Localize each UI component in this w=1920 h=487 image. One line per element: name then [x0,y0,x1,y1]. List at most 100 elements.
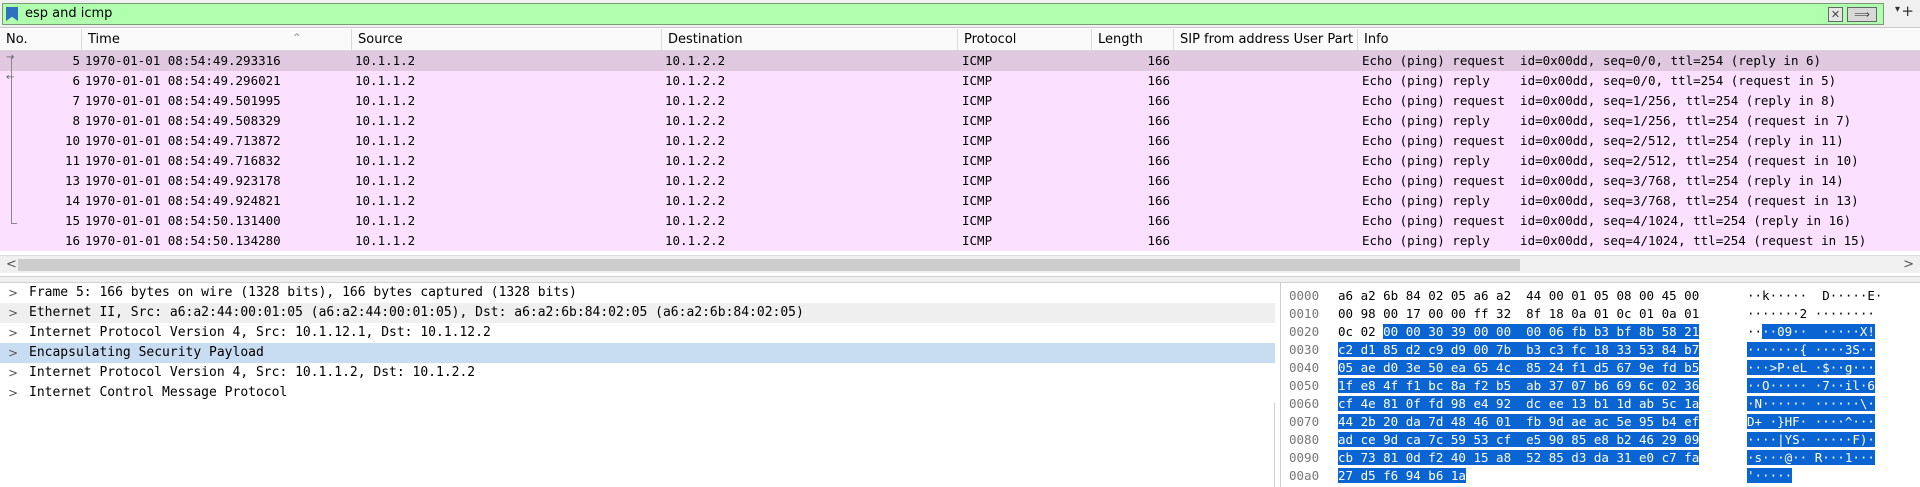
tree-item-icmp[interactable]: > Internet Control Message Protocol [0,383,1275,403]
chevron-right-icon[interactable]: > [8,303,18,323]
packet-row[interactable]: 8 1970-01-01 08:54:49.508329 10.1.1.2 10.1.… [0,111,1920,131]
packet-number: 15 [64,213,80,228]
ascii-selected: ····|YS· ·····F)· [1747,432,1875,447]
column-header-destination[interactable]: Destination [662,29,958,51]
packet-info: Echo (ping) reply id=0x00dd, seq=2/512, … [1362,153,1859,168]
column-header-length[interactable]: Length [1092,29,1174,51]
column-header-info[interactable]: Info [1358,29,1920,51]
ascii-selected: ·s···@·· R···1··· [1747,450,1875,465]
packet-destination: 10.1.2.2 [665,93,726,108]
add-filter-button[interactable]: + [1901,2,1914,20]
packet-number: 13 [64,173,80,188]
clear-filter-button[interactable]: ✕ [1828,7,1843,22]
bytes-row[interactable]: 0090 cb 73 81 0d f2 40 15 a8 52 85 d3 da … [1281,449,1920,467]
column-header-time[interactable]: Time ^ [82,29,352,51]
bytes-row[interactable]: 0050 1f e8 4f f1 bc 8a f2 b5 ab 37 07 b6 … [1281,377,1920,395]
bytes-row[interactable]: 0010 00 98 00 17 00 00 ff 32 8f 18 0a 01 … [1281,305,1920,323]
hex-selected: 44 2b 20 da 7d 48 46 01 fb 9d ae ac 5e 9… [1338,414,1700,429]
chevron-right-icon[interactable]: > [8,363,18,383]
packet-sip-user [1180,231,1356,251]
hex-selected: c2 d1 85 d2 c9 d9 00 7b b3 c3 fc 18 33 5… [1338,342,1700,357]
ascii-selected: ··09·· ·····X! [1762,324,1875,339]
packet-sip-user [1180,211,1356,231]
byte-offset: 0010 [1289,306,1320,321]
packet-row[interactable]: 15 1970-01-01 08:54:50.131400 10.1.1.2 10.1… [0,211,1920,231]
chevron-right-icon[interactable]: > [8,323,18,343]
packet-details-tree: > Frame 5: 166 bytes on wire (1328 bits),… [0,283,1275,487]
packet-protocol: ICMP [962,53,993,68]
byte-offset: 0070 [1289,414,1320,429]
packet-row[interactable]: 5 1970-01-01 08:54:49.293316 10.1.1.2 10.1.… [0,51,1920,71]
bytes-row[interactable]: 0000 a6 a2 6b 84 02 05 a6 a2 44 00 01 05 … [1281,287,1920,305]
bytes-row[interactable]: 0020 0c 02 00 00 30 39 00 00 00 06 fb b3 … [1281,323,1920,341]
scrollbar-thumb[interactable] [18,259,1520,271]
bytes-row[interactable]: 0060 cf 4e 81 0f fd 98 e4 92 dc ee 13 b1 … [1281,395,1920,413]
packet-info: Echo (ping) request id=0x00dd, seq=1/256… [1362,93,1837,108]
packet-protocol: ICMP [962,173,993,188]
tree-item-ethernet[interactable]: > Ethernet II, Src: a6:a2:44:00:01:05 (a6… [0,303,1275,323]
hex-selected: cf 4e 81 0f fd 98 e4 92 dc ee 13 b1 1d a… [1338,396,1700,411]
chevron-right-icon[interactable]: > [8,283,18,303]
apply-filter-button[interactable]: ⟹ [1847,7,1877,22]
packet-number: 11 [64,153,80,168]
filter-history-dropdown-icon[interactable]: ▾ [1895,4,1900,15]
ascii-bytes: ··O····· ·7··il·6 [1747,377,1875,395]
packet-length: 166 [1147,233,1170,248]
bytes-row[interactable]: 0030 c2 d1 85 d2 c9 d9 00 7b b3 c3 fc 18 … [1281,341,1920,359]
scroll-right-arrow[interactable]: > [1903,256,1914,274]
chevron-right-icon[interactable]: > [8,343,18,363]
packet-list-header: No. Time ^ Source Destination Protocol Le… [0,29,1920,51]
packet-row[interactable]: 11 1970-01-01 08:54:49.716832 10.1.1.2 10.1… [0,151,1920,171]
bytes-row[interactable]: 0070 44 2b 20 da 7d 48 46 01 fb 9d ae ac … [1281,413,1920,431]
packet-row[interactable]: 13 1970-01-01 08:54:49.923178 10.1.1.2 10.1… [0,171,1920,191]
packet-number: 8 [72,113,80,128]
tree-item-label: Frame 5: 166 bytes on wire (1328 bits), … [29,285,577,300]
packet-row[interactable]: 6 1970-01-01 08:54:49.296021 10.1.1.2 10.1.… [0,71,1920,91]
tree-item-frame[interactable]: > Frame 5: 166 bytes on wire (1328 bits),… [0,283,1275,303]
tree-item-ipv4-outer[interactable]: > Internet Protocol Version 4, Src: 10.1.… [0,323,1275,343]
packet-list-horizontal-scrollbar[interactable]: < > [0,255,1920,273]
bytes-row[interactable]: 0040 05 ae d0 3e 50 ea 65 4c 85 24 f1 d5 … [1281,359,1920,377]
ascii-bytes: ·······2 ········ [1747,305,1875,323]
packet-length: 166 [1147,93,1170,108]
packet-rows: 5 1970-01-01 08:54:49.293316 10.1.1.2 10.1.… [0,51,1920,251]
tree-item-ipv4-inner[interactable]: > Internet Protocol Version 4, Src: 10.1.… [0,363,1275,383]
packet-info: Echo (ping) request id=0x00dd, seq=2/512… [1362,133,1844,148]
byte-offset: 0060 [1289,396,1320,411]
bytes-row[interactable]: 0080 ad ce 9d ca 7c 59 53 cf e5 90 85 e8 … [1281,431,1920,449]
byte-offset: 0030 [1289,342,1320,357]
packet-length: 166 [1147,173,1170,188]
packet-row[interactable]: 10 1970-01-01 08:54:49.713872 10.1.1.2 10.1… [0,131,1920,151]
tree-item-esp[interactable]: > Encapsulating Security Payload [0,343,1275,363]
packet-row[interactable]: 16 1970-01-01 08:54:50.134280 10.1.1.2 10.1… [0,231,1920,251]
column-header-protocol[interactable]: Protocol [958,29,1092,51]
hex-bytes: 00 98 00 17 00 00 ff 32 8f 18 0a 01 0c 0… [1338,305,1743,323]
scroll-left-arrow[interactable]: < [6,256,17,274]
ascii-bytes: ·N······ ······\· [1747,395,1875,413]
related-packet-line-end [11,223,17,224]
bookmark-icon[interactable] [6,7,18,21]
chevron-right-icon[interactable]: > [8,383,18,403]
tree-item-label: Internet Protocol Version 4, Src: 10.1.1… [29,365,476,380]
ascii-bytes: D+ ·}HF· ····^··· [1747,413,1875,431]
packet-source: 10.1.1.2 [355,193,416,208]
packet-protocol: ICMP [962,93,993,108]
packet-time: 1970-01-01 08:54:49.296021 [85,73,281,88]
packet-row[interactable]: 14 1970-01-01 08:54:49.924821 10.1.1.2 10.1… [0,191,1920,211]
packet-length: 166 [1147,153,1170,168]
byte-offset: 0050 [1289,378,1320,393]
filter-text[interactable]: esp and icmp [25,6,112,22]
packet-source: 10.1.1.2 [355,133,416,148]
column-header-source[interactable]: Source [352,29,662,51]
ascii-unselected: ·······2 ········ [1747,306,1875,321]
pane-splitter[interactable] [0,276,1920,283]
column-header-sip-user[interactable]: SIP from address User Part [1174,29,1358,51]
packet-source: 10.1.1.2 [355,233,416,248]
column-header-no[interactable]: No. [0,29,82,51]
display-filter-input[interactable]: esp and icmp ✕ ⟹ [2,3,1884,25]
bytes-row[interactable]: 00a0 27 d5 f6 94 b6 1a '····· [1281,467,1920,485]
packet-protocol: ICMP [962,233,993,248]
packet-info: Echo (ping) request id=0x00dd, seq=0/0, … [1362,53,1822,68]
packet-destination: 10.1.2.2 [665,133,726,148]
packet-row[interactable]: 7 1970-01-01 08:54:49.501995 10.1.1.2 10.1.… [0,91,1920,111]
